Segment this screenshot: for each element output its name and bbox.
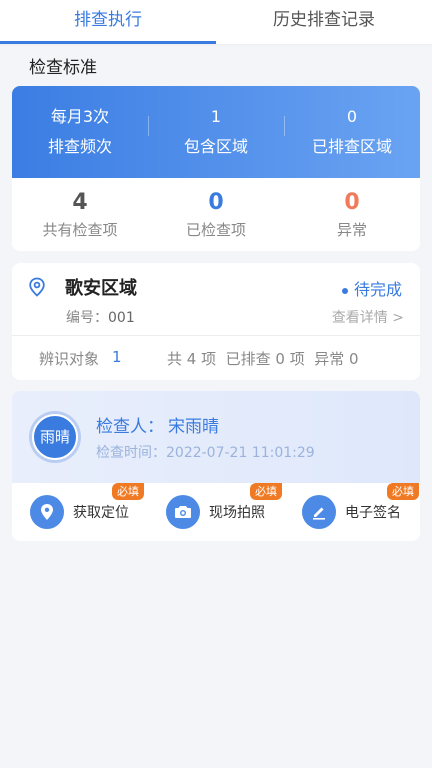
stat-abnormal-label: 异常	[336, 220, 367, 239]
inspect-time-value: 2022-07-21 11:01:29	[166, 445, 315, 461]
inspector-line: 检查人： 宋雨晴	[96, 412, 219, 437]
area-code-value: 001	[108, 310, 135, 326]
stat-checked-areas-label: 已排查区域	[311, 137, 392, 156]
take-photo-label: 现场拍照	[209, 505, 265, 521]
stat-abnormal: 0 异常	[284, 190, 420, 240]
inspector-name: 宋雨晴	[168, 417, 219, 437]
stat-areas-label: 包含区域	[183, 137, 248, 156]
required-badge: 必填	[250, 483, 282, 500]
area-footer: 辨识对象 1 共 4 项 已排查 0 项 异常 0	[12, 335, 420, 380]
stat-frequency-label: 排查频次	[47, 137, 112, 156]
required-badge: 必填	[387, 483, 419, 500]
area-name: 歌安区域	[65, 278, 137, 299]
area-card[interactable]: 歌安区域 待完成 编号：001 查看详情 > 辨识对象 1 共 4 项 已排查 …	[12, 263, 420, 380]
stat-checked-areas: 0 已排查区域	[284, 106, 420, 158]
e-signature-label: 电子签名	[345, 505, 401, 521]
avatar: 雨晴	[32, 414, 78, 460]
area-code: 编号：001	[66, 307, 135, 327]
object-count: 1	[112, 348, 122, 366]
stat-areas-value: 1	[210, 107, 222, 126]
stats-bottom-panel: 4 共有检查项 0 已检查项 0 异常	[12, 178, 420, 251]
section-title: 检查标准	[29, 58, 97, 78]
status-dot-icon	[341, 287, 348, 294]
required-badge: 必填	[112, 483, 144, 500]
e-signature-button[interactable]: 电子签名 必填	[284, 483, 420, 541]
tab-execute[interactable]: 排查执行	[0, 0, 216, 44]
stat-areas: 1 包含区域	[148, 106, 284, 158]
get-location-button[interactable]: 获取定位 必填	[12, 483, 148, 541]
inspector-panel: 雨晴 检查人： 宋雨晴 检查时间：2022-07-21 11:01:29	[12, 391, 420, 483]
stat-checked-items-value: 0	[208, 189, 224, 215]
stat-abnormal-value: 0	[344, 189, 360, 215]
tab-history[interactable]: 历史排查记录	[216, 0, 432, 44]
object-label: 辨识对象	[39, 350, 100, 368]
pen-icon	[302, 495, 336, 529]
view-detail-link[interactable]: 查看详情 >	[332, 307, 404, 327]
action-bar: 获取定位 必填 现场拍照 必填 电子签名 必填	[12, 483, 420, 541]
stat-checked-areas-value: 0	[346, 107, 358, 126]
location-icon	[30, 495, 64, 529]
area-header: 歌安区域 待完成 编号：001 查看详情 >	[12, 263, 420, 335]
area-code-label: 编号：	[66, 310, 108, 326]
stats-card: 每月3次 排查频次 1 包含区域 0 已排查区域 4 共有检查项 0 已检查项 …	[12, 86, 420, 251]
camera-icon	[166, 495, 200, 529]
inspector-card: 雨晴 检查人： 宋雨晴 检查时间：2022-07-21 11:01:29 获取定位…	[12, 391, 420, 541]
stats-top-panel: 每月3次 排查频次 1 包含区域 0 已排查区域	[12, 86, 420, 178]
location-pin-icon	[28, 277, 46, 301]
stat-total-items-value: 4	[72, 189, 88, 215]
area-summary: 共 4 项 已排查 0 项 异常 0	[167, 350, 359, 368]
stat-checked-items-label: 已检查项	[185, 220, 246, 239]
top-tabs: 排查执行 历史排查记录	[0, 0, 432, 44]
area-status-text: 待完成	[353, 280, 402, 299]
get-location-label: 获取定位	[73, 505, 129, 521]
take-photo-button[interactable]: 现场拍照 必填	[148, 483, 284, 541]
stat-frequency: 每月3次 排查频次	[12, 106, 148, 158]
area-status-badge: 待完成	[341, 276, 402, 300]
stat-total-items-label: 共有检查项	[42, 220, 118, 239]
stat-frequency-value: 每月3次	[50, 107, 110, 126]
stat-total-items: 4 共有检查项	[12, 190, 148, 240]
inspector-label: 检查人：	[96, 417, 164, 437]
inspect-time-label: 检查时间：	[96, 445, 166, 461]
inspect-time: 检查时间：2022-07-21 11:01:29	[96, 442, 315, 462]
stat-checked-items: 0 已检查项	[148, 190, 284, 240]
